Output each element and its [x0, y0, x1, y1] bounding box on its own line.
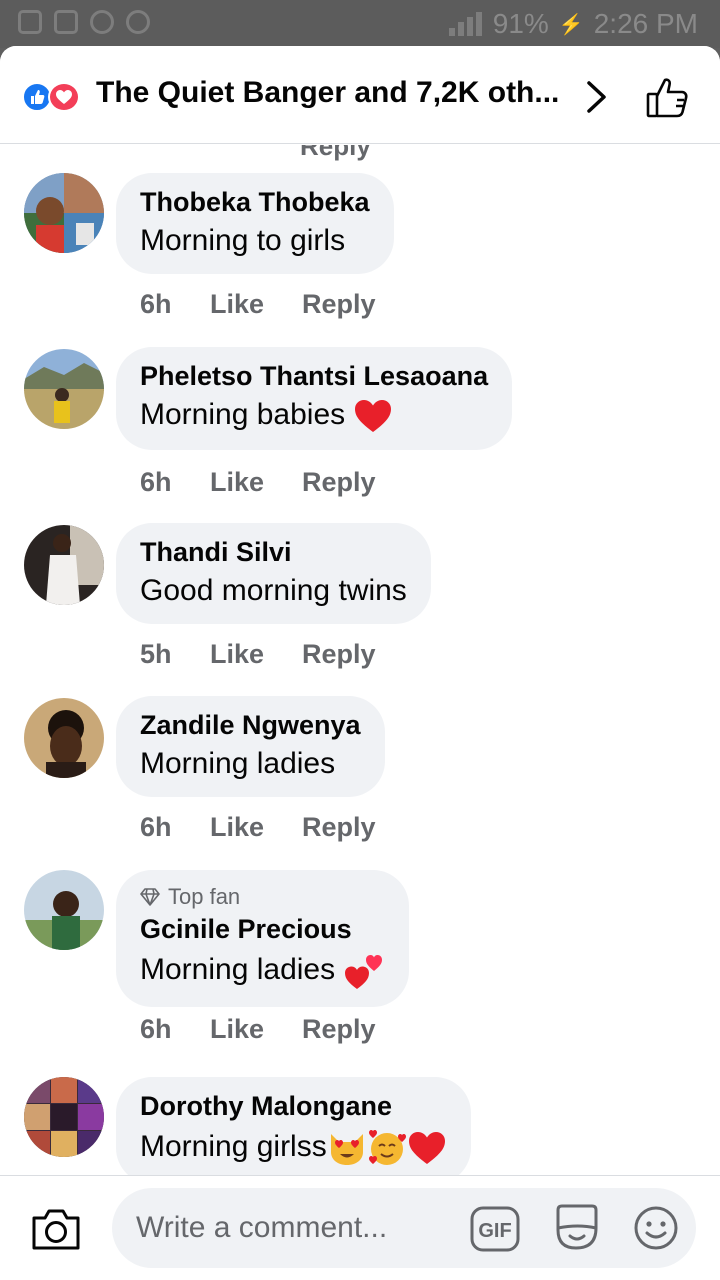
commenter-name[interactable]: Pheletso Thantsi Lesaoana [140, 361, 488, 392]
signal-icon [448, 12, 483, 36]
badge-label: Top fan [168, 884, 241, 909]
reply-link[interactable]: Reply [302, 289, 376, 320]
commenter-name[interactable]: Dorothy Malongane [140, 1091, 447, 1122]
comment-bubble[interactable]: Dorothy Malongane Morning girlss [116, 1077, 471, 1175]
reply-link[interactable]: Reply [302, 812, 376, 843]
reactions-header: The Quiet Banger and 7,2K oth... [0, 46, 720, 144]
thumbs-up-icon[interactable] [644, 74, 690, 120]
messenger-icon [126, 10, 150, 34]
avatar[interactable] [24, 349, 104, 429]
camera-icon[interactable] [30, 1206, 82, 1252]
top-fan-badge: Top fan [140, 884, 385, 910]
reply-link[interactable]: Reply [302, 467, 376, 498]
heart-emoji [355, 400, 392, 433]
like-link[interactable]: Like [210, 1014, 302, 1045]
comment-text-value: Morning girlss [140, 1129, 327, 1163]
commenter-name[interactable]: Thandi Silvi [140, 537, 407, 568]
like-link[interactable]: Like [210, 467, 302, 498]
diamond-icon [140, 888, 160, 906]
comment-text: Morning ladies [140, 951, 385, 991]
gallery-icon [54, 10, 78, 34]
gif-label: GIF [478, 1220, 511, 1242]
comment-text: Morning girlss [140, 1128, 447, 1168]
like-link[interactable]: Like [210, 812, 302, 843]
reaction-summary[interactable] [22, 82, 88, 112]
avatar[interactable] [24, 870, 104, 950]
heart-emoji [408, 1132, 445, 1164]
comment-bubble[interactable]: Thandi Silvi Good morning twins [116, 523, 431, 624]
comment-time: 6h [140, 1014, 172, 1044]
reply-link[interactable]: Reply [302, 639, 376, 670]
avatar[interactable] [24, 698, 104, 778]
two-hearts-emoji [345, 955, 383, 989]
gif-icon: GIF [470, 1206, 520, 1252]
comment-bubble[interactable]: Top fan Gcinile Precious Morning ladies [116, 870, 410, 1007]
comment-actions: 6h Like Reply [140, 467, 376, 498]
heart-eyes-cat-emoji [330, 1134, 363, 1165]
system-indicators: 91% ⚡ 2:26 PM [448, 8, 698, 40]
comment-actions: 5h Like Reply [140, 639, 376, 670]
comment-text-value: Morning babies [140, 398, 346, 431]
avatar[interactable] [24, 1077, 104, 1157]
love-reaction-icon [48, 82, 80, 112]
comment-composer: GIF [0, 1175, 720, 1280]
comment-time: 6h [140, 467, 172, 497]
comment-actions: 6h Like Reply [140, 1014, 376, 1045]
smiling-hearts-emoji [368, 1130, 406, 1165]
commenter-name[interactable]: Gcinile Precious [140, 914, 385, 945]
comment-text-value: Morning ladies [140, 952, 336, 986]
commenter-name[interactable]: Zandile Ngwenya [140, 710, 361, 741]
commenter-name[interactable]: Thobeka Thobeka [140, 187, 370, 218]
comment-input[interactable] [112, 1188, 696, 1268]
comment-actions: 6h Like Reply [140, 289, 376, 320]
comment-text: Morning babies [140, 398, 488, 434]
like-link[interactable]: Like [210, 639, 302, 670]
sticker-icon[interactable] [552, 1202, 602, 1252]
reactors-title[interactable]: The Quiet Banger and 7,2K oth... [96, 76, 566, 110]
comment-time: 6h [140, 289, 172, 319]
emoji-icon[interactable] [632, 1204, 680, 1252]
comments-list: Reply Thobeka Thobeka Morning to girls 6… [0, 145, 720, 1175]
comment-time: 6h [140, 812, 172, 842]
avatar[interactable] [24, 525, 104, 605]
status-bar: 91% ⚡ 2:26 PM [0, 0, 720, 48]
reply-link[interactable]: Reply [302, 1014, 376, 1045]
comment-bubble[interactable]: Zandile Ngwenya Morning ladies [116, 696, 385, 797]
gmail-icon [18, 10, 42, 34]
charging-icon: ⚡ [558, 13, 584, 36]
notification-icons [18, 10, 150, 34]
previous-reply-link[interactable]: Reply [300, 145, 371, 162]
like-link[interactable]: Like [210, 289, 302, 320]
avatar[interactable] [24, 173, 104, 253]
comments-sheet: The Quiet Banger and 7,2K oth... Reply T… [0, 46, 720, 1280]
comment-text: Morning to girls [140, 224, 346, 257]
battery-percent: 91% [492, 8, 549, 39]
comment-actions: 6h Like Reply [140, 812, 376, 843]
comment-text: Morning ladies [140, 747, 336, 780]
chevron-right-icon[interactable] [584, 80, 610, 114]
comment-bubble[interactable]: Thobeka Thobeka Morning to girls [116, 173, 394, 274]
clock: 2:26 PM [593, 8, 698, 39]
instagram-icon [90, 10, 114, 34]
comment-bubble[interactable]: Pheletso Thantsi Lesaoana Morning babies [116, 347, 513, 451]
gif-button[interactable]: GIF [470, 1206, 520, 1252]
comment-text: Good morning twins [140, 574, 407, 607]
comment-time: 5h [140, 639, 172, 669]
